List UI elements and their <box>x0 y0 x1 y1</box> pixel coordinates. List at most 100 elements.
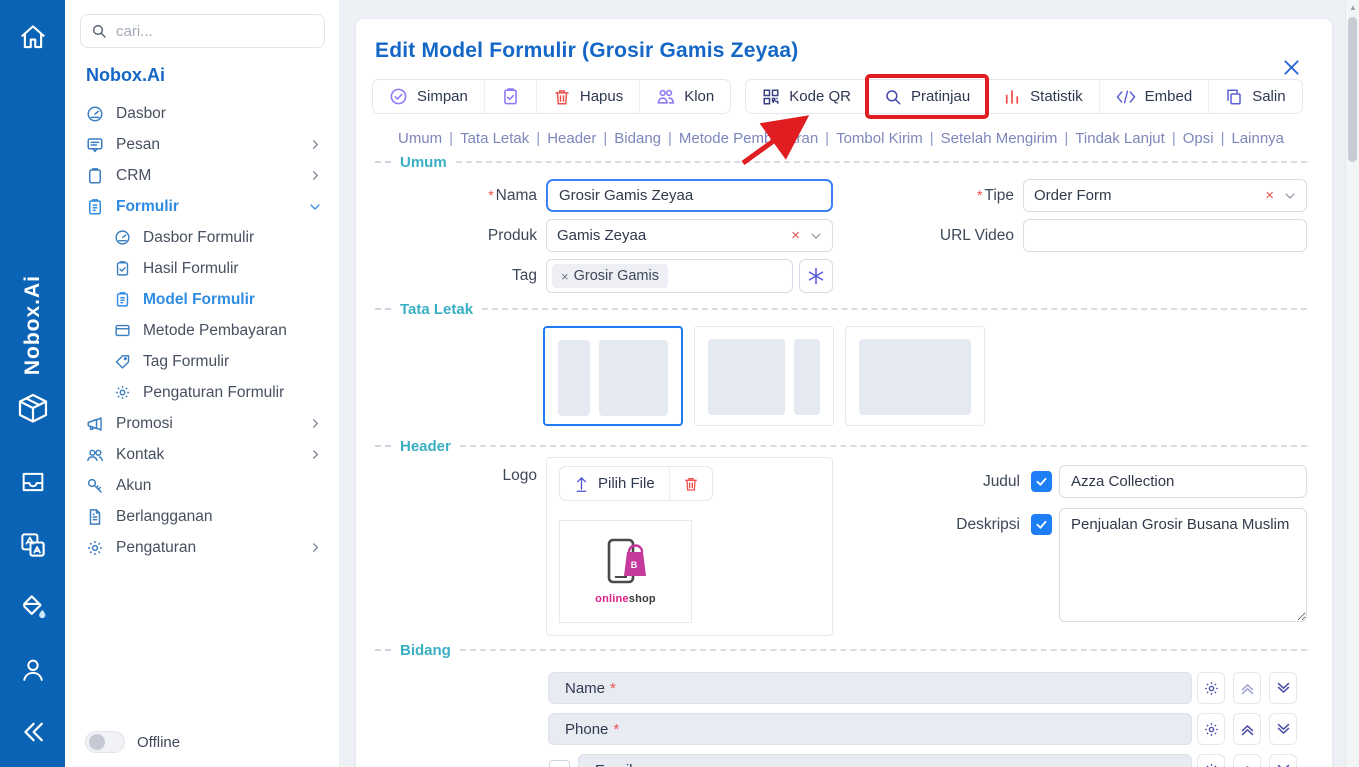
layout-option-full[interactable] <box>845 326 985 426</box>
close-icon[interactable] <box>1281 57 1302 78</box>
collapse-icon[interactable] <box>0 718 65 746</box>
sidebar-item-berlangganan[interactable]: Berlangganan <box>80 501 325 532</box>
sidebar-item-model-formulir[interactable]: Model Formulir <box>80 284 325 315</box>
judul-input[interactable] <box>1059 465 1307 498</box>
move-field-up-button[interactable] <box>1233 754 1261 767</box>
deskripsi-checkbox[interactable] <box>1031 514 1052 535</box>
upload-icon <box>574 475 589 492</box>
tag-suggest-button[interactable] <box>799 259 833 293</box>
svg-text:B: B <box>630 560 637 570</box>
chevron-right-icon <box>310 449 321 460</box>
clear-icon[interactable]: × <box>791 227 800 244</box>
toolbar-group-secondary: Kode QR Pratinjau Statistik Embed <box>745 79 1302 114</box>
check-circle-icon <box>389 87 408 106</box>
trash-icon <box>553 88 571 106</box>
sidebar-item-pesan[interactable]: Pesan <box>80 129 325 160</box>
offline-toggle[interactable] <box>85 731 125 753</box>
nama-input[interactable] <box>546 179 833 212</box>
field-settings-button[interactable] <box>1197 672 1225 704</box>
sidebar-item-metode-pembayaran[interactable]: Metode Pembayaran <box>80 315 325 346</box>
tab-header[interactable]: Header <box>547 130 596 147</box>
move-field-down-button[interactable] <box>1269 754 1297 767</box>
produk-label: Produk <box>375 227 546 245</box>
field-settings-button[interactable] <box>1197 754 1225 767</box>
embed-button[interactable]: Embed <box>1099 80 1209 113</box>
pilih-file-button[interactable]: Pilih File <box>560 467 669 500</box>
hapus-button[interactable]: Hapus <box>536 80 639 113</box>
profile-icon[interactable] <box>0 655 65 685</box>
sidebar-item-pengaturan[interactable]: Pengaturan <box>80 532 325 563</box>
code-icon <box>1116 89 1136 105</box>
field-settings-button[interactable] <box>1197 713 1225 745</box>
sidebar-item-pengaturan-formulir[interactable]: Pengaturan Formulir <box>80 377 325 408</box>
vertical-scrollbar[interactable]: ▲ <box>1345 0 1359 767</box>
tab-bidang[interactable]: Bidang <box>614 130 661 147</box>
sidebar-item-tag-formulir[interactable]: Tag Formulir <box>80 346 325 377</box>
move-field-down-button[interactable] <box>1269 713 1297 745</box>
inbox-icon[interactable] <box>0 468 65 496</box>
sidebar-item-dasbor[interactable]: Dasbor <box>80 98 325 129</box>
produk-select[interactable]: Gamis Zeyaa × <box>546 219 833 252</box>
layout-option-right-sidebar[interactable] <box>694 326 834 426</box>
kode-qr-button[interactable]: Kode QR <box>746 80 867 113</box>
sidebar-item-crm[interactable]: CRM <box>80 160 325 191</box>
search-input[interactable] <box>116 23 315 40</box>
move-field-down-button[interactable] <box>1269 672 1297 704</box>
icon-rail: Nobox.Ai <box>0 0 65 767</box>
scrollbar-up-arrow[interactable]: ▲ <box>1349 3 1357 12</box>
move-field-up-button[interactable] <box>1233 713 1261 745</box>
tab-setelah-mengirim[interactable]: Setelah Mengirim <box>941 130 1058 147</box>
sidebar: Nobox.Ai Dasbor Pesan CRM Formulir Dasbo… <box>65 0 340 767</box>
tab-umum[interactable]: Umum <box>398 130 442 147</box>
home-icon[interactable] <box>0 22 65 52</box>
sidebar-search[interactable] <box>80 14 325 48</box>
translate-icon[interactable] <box>0 530 65 560</box>
statistik-button[interactable]: Statistik <box>986 80 1099 113</box>
sidebar-item-kontak[interactable]: Kontak <box>80 439 325 470</box>
tab-opsi[interactable]: Opsi <box>1183 130 1214 147</box>
tag-icon <box>114 353 131 370</box>
layout-option-left-sidebar[interactable] <box>543 326 683 426</box>
tab-lainnya[interactable]: Lainnya <box>1231 130 1284 147</box>
deskripsi-textarea[interactable]: Penjualan Grosir Busana Muslim <box>1059 508 1307 622</box>
email-field-checkbox[interactable] <box>549 760 570 767</box>
tab-tombol-kirim[interactable]: Tombol Kirim <box>836 130 923 147</box>
gear-icon <box>1203 680 1220 697</box>
klon-button[interactable]: Klon <box>639 80 730 113</box>
pratinjau-button[interactable]: Pratinjau <box>867 80 986 113</box>
tab-metode-pembayaran[interactable]: Metode Pembayaran <box>679 130 818 147</box>
sidebar-item-formulir[interactable]: Formulir <box>80 191 325 222</box>
toolbar: Simpan Hapus Klon Kode QR <box>372 79 1307 114</box>
tag-input[interactable]: × Grosir Gamis <box>546 259 793 293</box>
sidebar-item-promosi[interactable]: Promosi <box>80 408 325 439</box>
clear-icon[interactable]: × <box>1265 187 1274 204</box>
field-bar[interactable]: Name* <box>548 672 1192 704</box>
document-icon <box>86 508 104 526</box>
remove-logo-button[interactable] <box>669 467 712 500</box>
logo-upload-area: Pilih File B <box>546 457 833 636</box>
qr-code-icon <box>762 88 780 106</box>
sidebar-item-akun[interactable]: Akun <box>80 470 325 501</box>
gear-icon <box>1203 721 1220 738</box>
field-bar[interactable]: Phone* <box>548 713 1192 745</box>
move-field-up-button[interactable] <box>1233 672 1261 704</box>
tipe-select[interactable]: Order Form × <box>1023 179 1307 212</box>
judul-checkbox[interactable] <box>1031 471 1052 492</box>
remove-tag-icon[interactable]: × <box>561 269 569 284</box>
field-bar[interactable]: Email <box>578 754 1192 767</box>
sidebar-item-dasbor-formulir[interactable]: Dasbor Formulir <box>80 222 325 253</box>
url-video-input[interactable] <box>1023 219 1307 252</box>
tasks-button[interactable] <box>484 80 536 113</box>
sidebar-item-hasil-formulir[interactable]: Hasil Formulir <box>80 253 325 284</box>
tab-tindak-lanjut[interactable]: Tindak Lanjut <box>1075 130 1165 147</box>
nobox-logo-icon[interactable] <box>0 388 65 428</box>
clone-people-icon <box>656 87 675 106</box>
salin-button[interactable]: Salin <box>1208 80 1301 113</box>
legend-bidang: Bidang <box>375 641 1307 659</box>
simpan-button[interactable]: Simpan <box>373 80 484 113</box>
dashboard-icon <box>114 229 131 246</box>
theme-icon[interactable] <box>0 592 65 622</box>
tab-tata-letak[interactable]: Tata Letak <box>460 130 529 147</box>
logo-wordmark: onlineshop <box>595 593 656 605</box>
scrollbar-thumb[interactable] <box>1348 17 1357 162</box>
